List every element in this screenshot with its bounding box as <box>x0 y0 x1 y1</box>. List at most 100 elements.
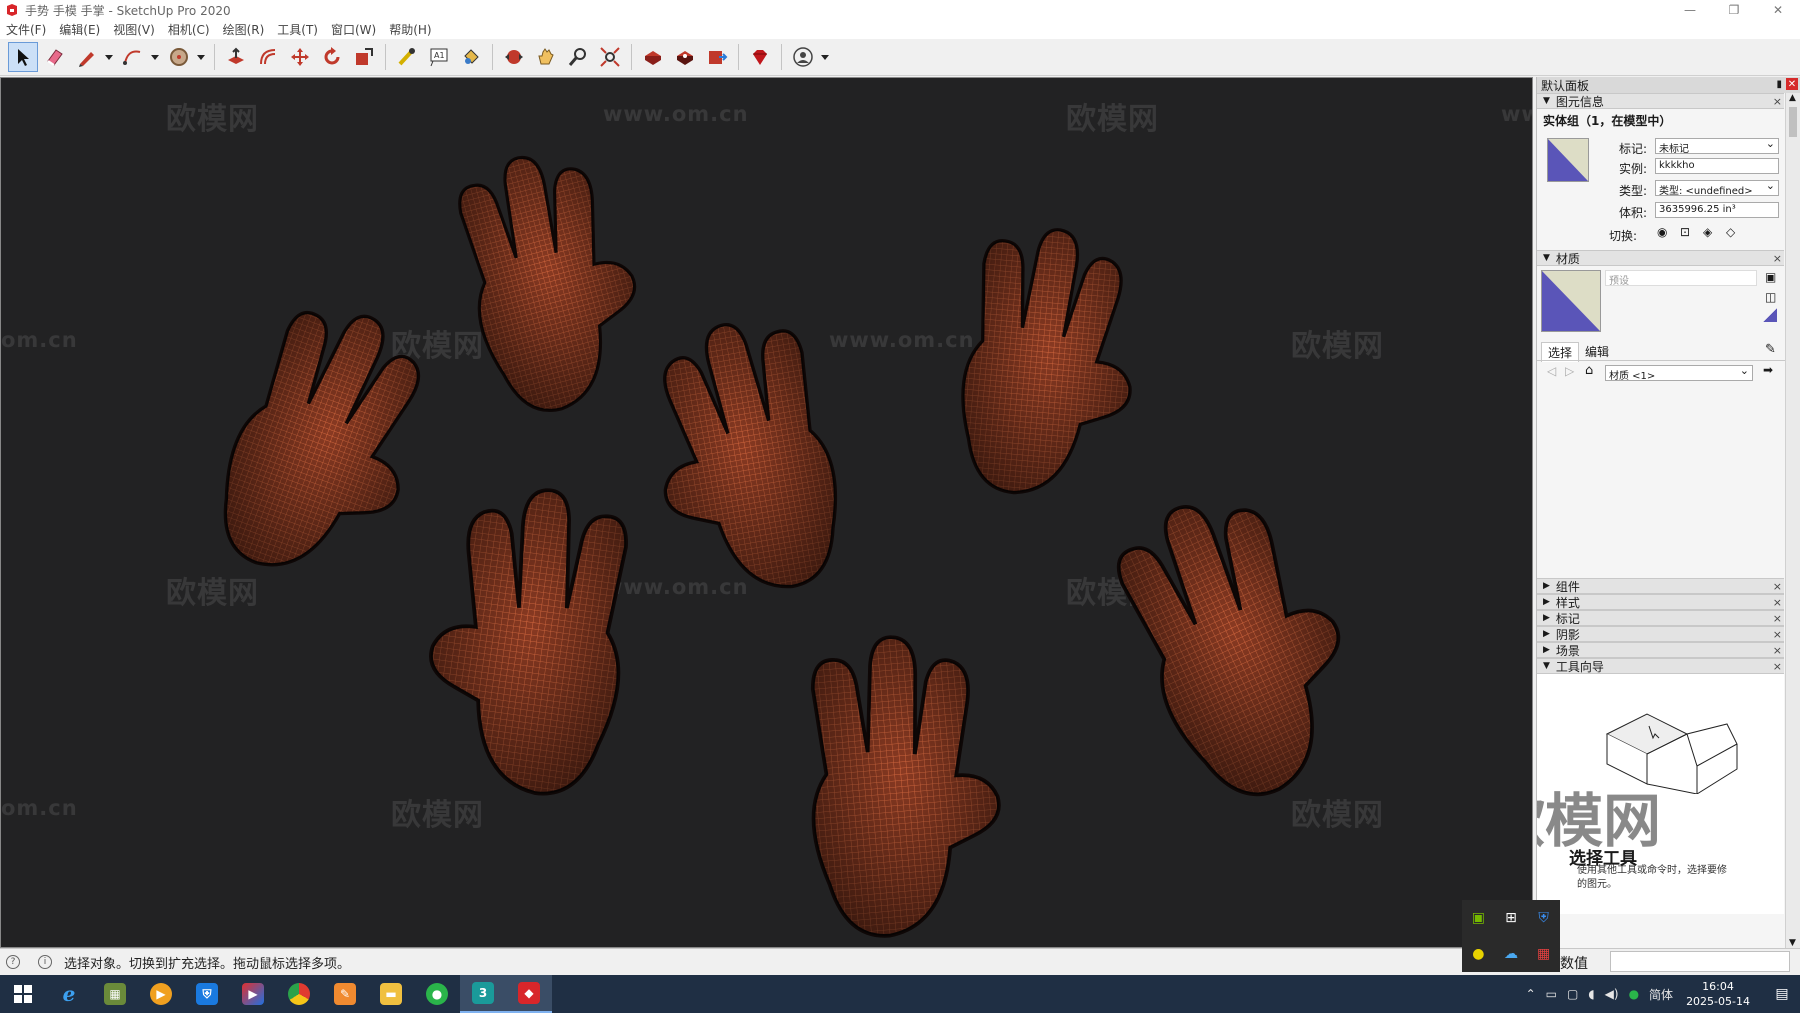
panel-close-icon[interactable]: × <box>1773 596 1782 609</box>
hand-model[interactable] <box>196 303 436 593</box>
menu-file[interactable]: 文件(F) <box>6 21 46 38</box>
geo-location-icon[interactable]: ? <box>6 955 20 969</box>
extension-warehouse-button[interactable] <box>670 42 700 72</box>
taskbar-chrome[interactable] <box>276 975 322 1013</box>
scale-tool-button[interactable] <box>349 42 379 72</box>
receive-shadow-icon[interactable]: ◈ <box>1703 225 1712 239</box>
scrollbar-thumb[interactable] <box>1789 107 1797 137</box>
eye-icon[interactable]: ◉ <box>1657 225 1667 239</box>
material-name-input[interactable]: 预设 <box>1605 270 1757 286</box>
panel-close-icon[interactable]: × <box>1773 628 1782 641</box>
update-icon[interactable]: ● <box>1462 936 1495 972</box>
hand-model[interactable] <box>411 478 661 818</box>
arc-tool-dropdown[interactable] <box>150 42 160 72</box>
model-viewport[interactable]: 欧模网 www.om.cn 欧模网 www.om.cn om.cn 欧模网 ww… <box>0 77 1533 948</box>
forward-arrow-icon[interactable]: ▷ <box>1565 364 1574 378</box>
arc-tool-button[interactable] <box>118 42 148 72</box>
notification-center-icon[interactable]: ▤ <box>1764 986 1800 1002</box>
info-icon[interactable]: i <box>38 955 52 969</box>
styles-header[interactable]: ▶ 样式 × <box>1537 594 1784 610</box>
tag-select[interactable]: 未标记 <box>1655 138 1779 154</box>
ime-indicator[interactable]: 简体 <box>1649 986 1673 1003</box>
menu-view[interactable]: 视图(V) <box>113 21 155 38</box>
hand-model[interactable] <box>761 633 1031 948</box>
offset-tool-button[interactable] <box>253 42 283 72</box>
orbit-tool-button[interactable] <box>499 42 529 72</box>
scroll-up-icon[interactable]: ▲ <box>1789 93 1796 103</box>
taskbar-minecraft[interactable]: ▦ <box>92 975 138 1013</box>
wechat-tray-icon[interactable]: ● <box>1629 987 1639 1001</box>
hand-model[interactable] <box>641 318 866 608</box>
menu-camera[interactable]: 相机(C) <box>168 21 210 38</box>
shape-tool-button[interactable] <box>164 42 194 72</box>
panel-close-icon[interactable]: × <box>1773 252 1782 265</box>
tape-measure-tool-button[interactable] <box>392 42 422 72</box>
components-header[interactable]: ▶ 组件 × <box>1537 578 1784 594</box>
hand-model[interactable] <box>441 148 651 428</box>
scroll-down-icon[interactable]: ▼ <box>1789 938 1796 948</box>
line-tool-button[interactable] <box>72 42 102 72</box>
tray-scrollbar[interactable]: ▲ ▼ <box>1785 93 1800 948</box>
current-material-swatch[interactable] <box>1541 270 1601 332</box>
scenes-header[interactable]: ▶ 场景 × <box>1537 642 1784 658</box>
network-icon[interactable]: ▭ <box>1546 987 1557 1001</box>
tray-close-button[interactable]: ✕ <box>1786 78 1798 90</box>
entity-info-header[interactable]: ▼ 图元信息 × <box>1537 93 1784 109</box>
menu-tools[interactable]: 工具(T) <box>277 21 318 38</box>
menu-help[interactable]: 帮助(H) <box>389 21 431 38</box>
nvidia-icon[interactable]: ▣ <box>1462 900 1495 936</box>
panel-close-icon[interactable]: × <box>1773 660 1782 673</box>
paint-bucket-tool-button[interactable] <box>456 42 486 72</box>
push-pull-tool-button[interactable] <box>221 42 251 72</box>
3d-warehouse-button[interactable] <box>638 42 668 72</box>
move-tool-button[interactable] <box>285 42 315 72</box>
taskbar-notes[interactable]: ✎ <box>322 975 368 1013</box>
taskbar-shield[interactable]: ⛨ <box>184 975 230 1013</box>
panel-close-icon[interactable]: × <box>1773 95 1782 108</box>
text-tool-button[interactable]: A1 <box>424 42 454 72</box>
minimize-button[interactable]: — <box>1668 0 1712 20</box>
panel-close-icon[interactable]: × <box>1773 612 1782 625</box>
zoom-tool-button[interactable] <box>563 42 593 72</box>
eraser-tool-button[interactable] <box>40 42 70 72</box>
measurements-input[interactable] <box>1610 951 1790 972</box>
power-icon[interactable]: ◖ <box>1588 987 1594 1001</box>
shape-tool-dropdown[interactable] <box>196 42 206 72</box>
rotate-tool-button[interactable] <box>317 42 347 72</box>
eyedropper-icon[interactable]: ✎ <box>1765 342 1776 357</box>
start-button[interactable] <box>0 975 46 1013</box>
tab-select[interactable]: 选择 <box>1541 342 1580 362</box>
account-button[interactable] <box>788 42 818 72</box>
onedrive-icon[interactable]: ☁ <box>1495 936 1528 972</box>
display-icon[interactable]: ▢ <box>1567 987 1578 1001</box>
pin-icon[interactable]: ▮ <box>1776 79 1782 90</box>
instructor-header[interactable]: ▼ 工具向导 × <box>1537 658 1784 674</box>
app-tray-icon[interactable]: ▦ <box>1527 936 1560 972</box>
instance-input[interactable]: kkkkho <box>1655 158 1779 174</box>
shadows-header[interactable]: ▶ 阴影 × <box>1537 626 1784 642</box>
menu-edit[interactable]: 编辑(E) <box>59 21 100 38</box>
line-tool-dropdown[interactable] <box>104 42 114 72</box>
account-dropdown[interactable] <box>820 42 830 72</box>
taskbar-ie[interactable]: ℯ <box>46 975 92 1013</box>
pan-tool-button[interactable] <box>531 42 561 72</box>
shield-icon[interactable]: ⛨ <box>1527 900 1560 936</box>
tags-header[interactable]: ▶ 标记 × <box>1537 610 1784 626</box>
tab-edit[interactable]: 编辑 <box>1579 342 1615 362</box>
send-to-layout-button[interactable] <box>702 42 732 72</box>
taskbar-store[interactable]: ▶ <box>230 975 276 1013</box>
hand-model[interactable] <box>931 223 1151 513</box>
chevron-up-icon[interactable]: ⌃ <box>1526 987 1536 1001</box>
volume-icon[interactable]: ◀) <box>1605 987 1619 1001</box>
taskbar-3dsmax[interactable]: 3 <box>460 975 506 1013</box>
close-button[interactable]: ✕ <box>1756 0 1800 20</box>
entity-material-swatch[interactable] <box>1547 138 1589 182</box>
type-select[interactable]: 类型: <undefined> <box>1655 180 1779 196</box>
cast-shadow-icon[interactable]: ◇ <box>1726 225 1735 239</box>
hand-model[interactable] <box>1091 493 1381 813</box>
taskbar-wechat[interactable]: ● <box>414 975 460 1013</box>
sample-paint-icon[interactable] <box>1763 308 1777 322</box>
taskbar-media[interactable]: ▶ <box>138 975 184 1013</box>
clock[interactable]: 16:04 2025-05-14 <box>1686 979 1750 1009</box>
panel-close-icon[interactable]: × <box>1773 580 1782 593</box>
